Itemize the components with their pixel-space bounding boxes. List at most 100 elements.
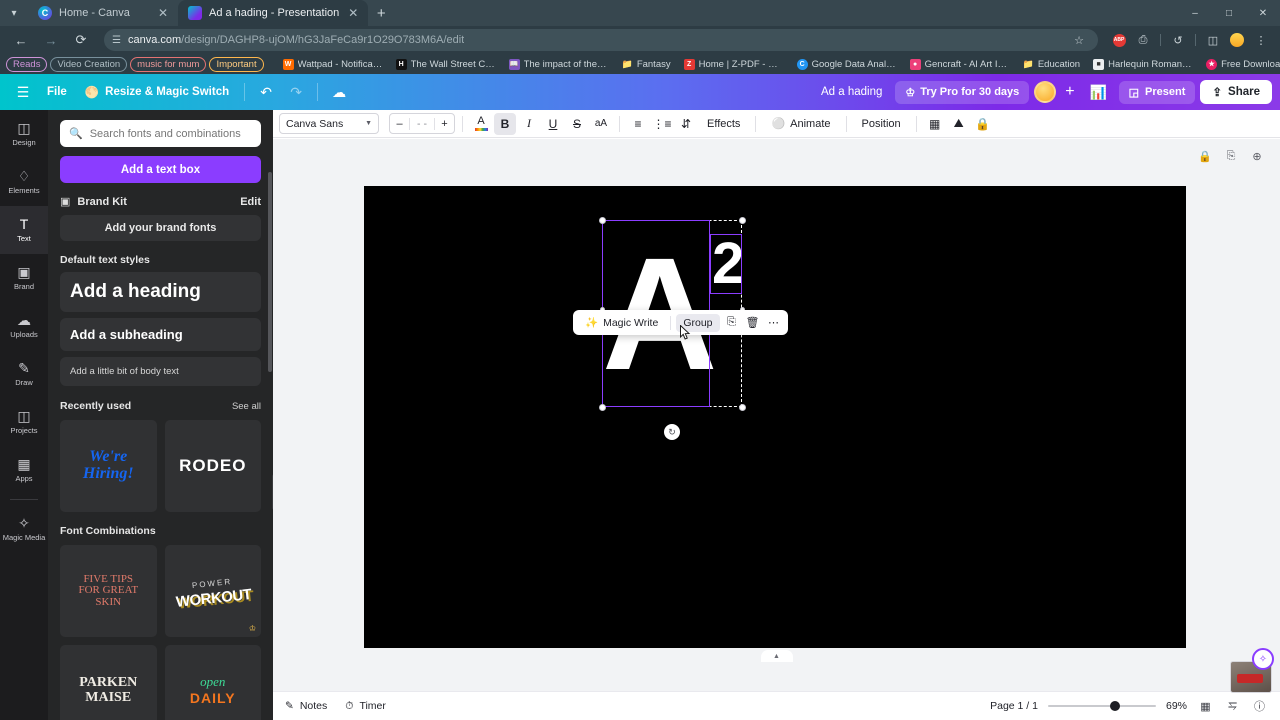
address-bar[interactable]: ☰ canva.com/design/DAGHP8-ujOM/hG3JaFeCa…	[104, 29, 1098, 51]
resize-handle-top-right[interactable]	[739, 217, 746, 224]
font-tile[interactable]: PARKEN MAISE	[60, 645, 157, 720]
split-icon[interactable]: ◫	[1202, 29, 1224, 51]
bookmark-item[interactable]: W Wattpad - Notificati...	[278, 58, 388, 71]
bookmark-item[interactable]: ● Gencraft - AI Art Im...	[905, 58, 1015, 71]
font-size-value[interactable]: - -	[409, 117, 435, 130]
duplicate-icon[interactable]: ⎘	[1222, 147, 1240, 165]
bookmark-chip[interactable]: Video Creation	[50, 56, 128, 72]
collapse-chevron-icon[interactable]: ▲	[760, 650, 793, 662]
search-input[interactable]: 🔍 Search fonts and combinations	[60, 120, 261, 147]
bookmark-item[interactable]: ■Harlequin Romance:...	[1088, 58, 1198, 71]
underline-button[interactable]: U	[542, 113, 564, 135]
grid-view-icon[interactable]: ▦	[1197, 698, 1214, 715]
tune-icon[interactable]: ☰	[112, 35, 121, 46]
timer-button[interactable]: ⏱ Timer	[345, 700, 386, 713]
bookmark-chip[interactable]: Reads	[6, 56, 48, 72]
sidebar-item-apps[interactable]: ▦ Apps	[0, 446, 48, 494]
style-add-subheading[interactable]: Add a subheading	[60, 318, 261, 351]
animate-button[interactable]: ⚪ Animate	[763, 117, 838, 131]
transparency-icon[interactable]: ▦	[924, 113, 946, 135]
font-size-decrease-button[interactable]: –	[390, 118, 409, 130]
hamburger-menu-icon[interactable]: ☰	[8, 79, 38, 105]
user-avatar[interactable]	[1034, 81, 1057, 103]
bookmark-item[interactable]: HThe Wall Street Cras...	[391, 58, 501, 71]
fullscreen-icon[interactable]: ⥧	[1224, 698, 1241, 715]
zoom-slider[interactable]	[1047, 700, 1156, 712]
add-collaborator-button[interactable]: +	[1061, 83, 1078, 101]
canvas-area[interactable]: 🔒 ⎘ ⊕ A 2 ↻	[273, 139, 1280, 720]
sidebar-item-uploads[interactable]: ☁ Uploads	[0, 302, 48, 350]
sidebar-item-magic-media[interactable]: ✧ Magic Media	[0, 505, 48, 553]
font-size-increase-button[interactable]: +	[435, 118, 454, 130]
font-tile[interactable]: RODEO	[164, 420, 261, 512]
font-tile[interactable]: open DAILY ♔	[164, 645, 261, 720]
minimize-icon[interactable]: –	[1178, 0, 1212, 26]
sidebar-item-elements[interactable]: ♢ Elements	[0, 158, 48, 206]
resize-handle-bottom-right[interactable]	[739, 404, 746, 411]
forward-icon[interactable]: →	[38, 28, 64, 52]
add-brand-fonts-button[interactable]: Add your brand fonts	[60, 215, 261, 241]
insights-chart-icon[interactable]: 📊	[1084, 79, 1114, 105]
zoom-knob[interactable]	[1109, 701, 1120, 711]
lock-icon[interactable]: 🔒	[972, 113, 994, 135]
see-all-button[interactable]: See all	[232, 401, 261, 412]
sidebar-item-design[interactable]: ◫ Design	[0, 110, 48, 158]
resize-handle-top-left[interactable]	[599, 217, 606, 224]
present-button[interactable]: ◲ Present	[1118, 80, 1196, 104]
extension-puzzle-icon[interactable]: ⎙	[1132, 29, 1154, 51]
cloud-saved-icon[interactable]: ☁	[324, 79, 354, 105]
browser-tab-home[interactable]: C Home - Canva ✕	[28, 0, 178, 26]
try-pro-button[interactable]: ♔ Try Pro for 30 days	[895, 80, 1030, 104]
sidebar-item-projects[interactable]: ◫ Projects	[0, 398, 48, 446]
sidebar-item-brand[interactable]: ▣ Brand	[0, 254, 48, 302]
maximize-icon[interactable]: □	[1212, 0, 1246, 26]
notes-button[interactable]: ✎ Notes	[285, 700, 327, 712]
italic-button[interactable]: I	[518, 113, 540, 135]
magic-sparkle-icon[interactable]: ✧	[1252, 648, 1274, 670]
bookmark-item[interactable]: C Google Data Analyti...	[792, 58, 902, 71]
history-icon[interactable]: ↺	[1167, 29, 1189, 51]
browser-tab-presentation[interactable]: Ad a hading - Presentation ✕	[178, 0, 369, 26]
close-icon[interactable]: ✕	[346, 7, 360, 19]
bookmark-item[interactable]: 📖 The impact of the D...	[504, 58, 614, 71]
redo-icon[interactable]: ↷	[281, 79, 311, 105]
bookmark-chip[interactable]: Important	[209, 56, 264, 72]
effects-button[interactable]: Effects	[699, 118, 748, 130]
bookmark-item[interactable]: ★Free Download Books	[1201, 58, 1280, 71]
bookmark-item[interactable]: Z Home | Z-PDF - Do...	[679, 58, 789, 71]
extension-abp-icon[interactable]: ABP	[1108, 29, 1130, 51]
slide-canvas[interactable]: A 2 ↻	[364, 186, 1186, 648]
brand-kit-edit-button[interactable]: Edit	[240, 196, 261, 208]
position-button[interactable]: Position	[854, 118, 909, 130]
font-family-select[interactable]: Canva Sans ▼	[279, 113, 379, 134]
more-dots-icon[interactable]: ⋯	[765, 314, 783, 332]
trash-icon[interactable]: 🗑	[744, 314, 762, 332]
reload-icon[interactable]: ⟳	[68, 28, 94, 52]
bookmark-item[interactable]: 📁 Fantasy	[617, 58, 676, 71]
back-icon[interactable]: ←	[8, 28, 34, 52]
document-title[interactable]: Ad a hading	[813, 82, 890, 102]
strikethrough-button[interactable]: S	[566, 113, 588, 135]
bold-button[interactable]: B	[494, 112, 516, 135]
font-tile[interactable]: POWER WORKOUT ♔	[164, 545, 261, 637]
close-icon[interactable]: ✕	[156, 7, 170, 19]
bookmark-chip[interactable]: music for mum	[130, 56, 207, 72]
sidebar-item-draw[interactable]: ✎ Draw	[0, 350, 48, 398]
copy-style-icon[interactable]: ⛰	[948, 113, 970, 135]
star-icon[interactable]: ☆	[1068, 29, 1090, 51]
close-window-icon[interactable]: ✕	[1246, 0, 1280, 26]
font-tile[interactable]: FIVE TIPS FOR GREAT SKIN	[60, 545, 157, 637]
line-spacing-icon[interactable]: ⇵	[675, 113, 697, 135]
resize-magic-switch-button[interactable]: 🌕 Resize & Magic Switch	[76, 80, 238, 104]
bookmark-item[interactable]: 📁 Education	[1018, 58, 1085, 71]
tab-search-icon[interactable]: ▾	[0, 0, 28, 26]
kebab-menu-icon[interactable]: ⋮	[1250, 29, 1272, 51]
style-add-body-text[interactable]: Add a little bit of body text	[60, 357, 261, 386]
undo-icon[interactable]: ↶	[251, 79, 281, 105]
sidebar-item-text[interactable]: T Text	[0, 206, 48, 254]
ai-assistant-widget[interactable]: ✧	[1228, 648, 1276, 694]
lock-icon[interactable]: 🔒	[1196, 147, 1214, 165]
add-text-box-button[interactable]: Add a text box	[60, 156, 261, 183]
new-tab-button[interactable]: +	[368, 0, 394, 26]
add-page-icon[interactable]: ⊕	[1248, 147, 1266, 165]
